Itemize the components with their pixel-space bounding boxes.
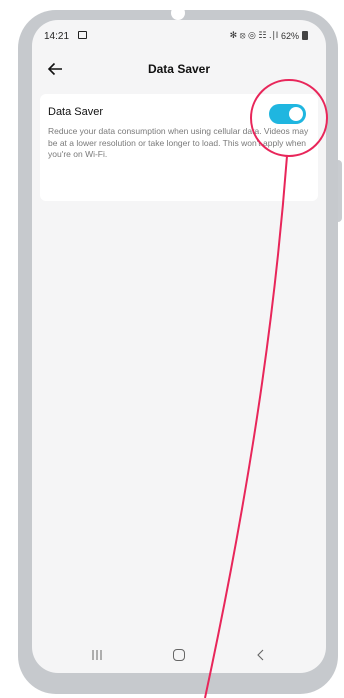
battery-percentage: 62% — [280, 30, 299, 41]
data-saver-card: Data Saver Reduce your data consumption … — [40, 94, 318, 201]
system-nav-bar — [32, 641, 326, 671]
toggle-knob — [289, 107, 303, 121]
page-title: Data Saver — [147, 62, 211, 76]
data-saver-title: Data Saver — [48, 106, 104, 118]
data-saver-description: Reduce your data consumption when using … — [48, 126, 309, 159]
data-saver-toggle[interactable] — [269, 104, 306, 124]
status-bar: 14:21 ✻ ⦻ ◎ ☷ .∣l 62% — [32, 20, 326, 48]
status-icons: ✻ ⦻ ◎ ☷ .∣l 62% — [230, 30, 308, 41]
home-icon[interactable] — [159, 641, 199, 669]
photo-notification-icon — [78, 31, 87, 39]
front-camera — [171, 6, 185, 20]
recent-apps-icon[interactable] — [77, 641, 117, 669]
status-time: 14:21 — [44, 31, 70, 42]
back-icon[interactable] — [241, 641, 281, 669]
app-bar: Data Saver — [32, 50, 326, 90]
battery-icon — [302, 31, 308, 40]
phone-screen: 14:21 ✻ ⦻ ◎ ☷ .∣l 62% Data Saver Data Sa… — [32, 20, 326, 673]
status-icons-text: ✻ ⦻ ◎ ☷ .∣l — [229, 30, 278, 40]
